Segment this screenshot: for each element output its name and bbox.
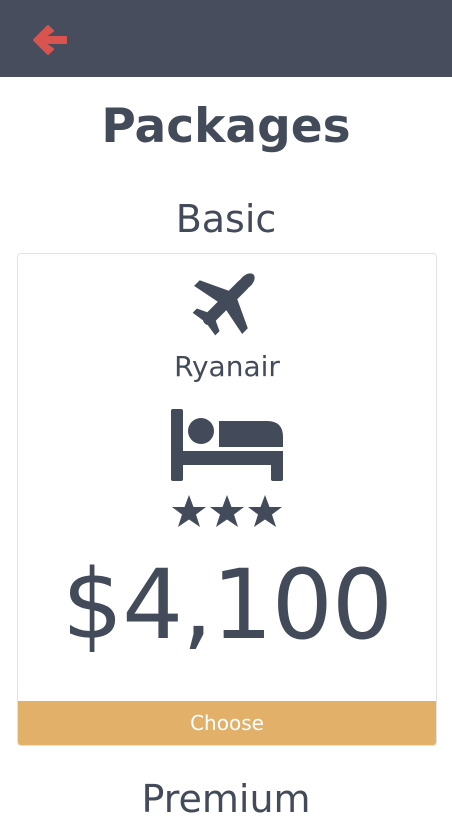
top-app-bar: [0, 0, 452, 77]
page-title: Packages: [101, 99, 351, 154]
airline-name: Ryanair: [174, 350, 280, 383]
bed-icon: [171, 409, 283, 481]
back-button[interactable]: [30, 20, 70, 60]
star-icon: [172, 495, 206, 527]
choose-button[interactable]: Choose: [18, 701, 436, 745]
package-title-premium: Premium: [141, 777, 311, 821]
star-icon: [248, 495, 282, 527]
arrow-left-icon: [33, 25, 67, 55]
plane-icon: [192, 273, 255, 336]
package-title-basic: Basic: [175, 197, 277, 241]
star-icon: [210, 495, 244, 527]
package-price: $4,100: [62, 549, 393, 661]
hotel-stars: [172, 495, 282, 527]
package-card-basic: Ryanair $4,100 Choose: [17, 253, 437, 746]
